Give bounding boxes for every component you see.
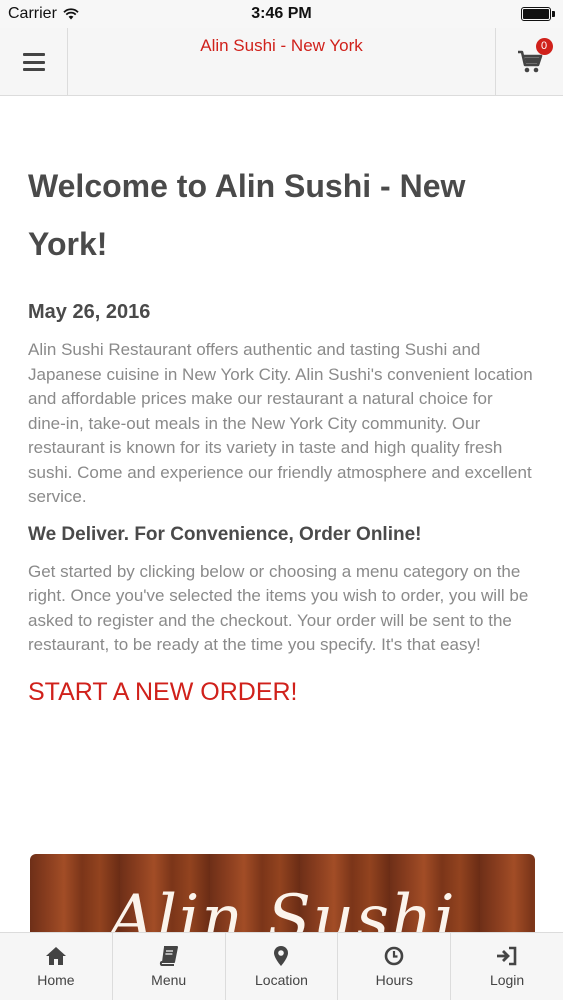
bottom-tab-bar: Home Menu Location Hours Login bbox=[0, 932, 563, 1000]
intro-paragraph: Alin Sushi Restaurant offers authentic a… bbox=[28, 340, 533, 506]
tab-hours-label: Hours bbox=[375, 971, 413, 988]
shopping-cart-icon bbox=[517, 50, 542, 73]
main-content: Welcome to Alin Sushi - New York! May 26… bbox=[0, 97, 563, 707]
page-title: Welcome to Alin Sushi - New York! bbox=[28, 168, 466, 262]
menu-toggle-button[interactable] bbox=[0, 28, 68, 96]
header-title: Alin Sushi - New York bbox=[200, 36, 363, 55]
app-header: Alin Sushi - New York 0 bbox=[0, 28, 563, 96]
map-pin-icon bbox=[274, 945, 289, 966]
sign-in-icon bbox=[497, 946, 517, 965]
cart-button[interactable]: 0 bbox=[495, 28, 563, 96]
tab-menu[interactable]: Menu bbox=[113, 933, 226, 1000]
battery-icon bbox=[521, 7, 555, 21]
tab-home[interactable]: Home bbox=[0, 933, 113, 1000]
hamburger-icon bbox=[22, 53, 45, 71]
instructions-paragraph: Get started by clicking below or choosin… bbox=[28, 561, 529, 655]
tab-login-label: Login bbox=[489, 971, 525, 988]
tab-location-label: Location bbox=[255, 971, 308, 988]
tab-login[interactable]: Login bbox=[451, 933, 563, 1000]
post-date: May 26, 2016 bbox=[28, 301, 151, 323]
book-icon bbox=[159, 945, 178, 966]
clock-icon bbox=[384, 946, 404, 965]
home-icon bbox=[45, 946, 66, 965]
tab-menu-label: Menu bbox=[151, 971, 187, 988]
status-time: 3:46 PM bbox=[251, 5, 312, 22]
cart-count-badge: 0 bbox=[535, 38, 553, 55]
tab-location[interactable]: Location bbox=[226, 933, 339, 1000]
status-bar: Carrier 3:46 PM bbox=[0, 0, 563, 28]
start-new-order-link[interactable]: START A NEW ORDER! bbox=[28, 678, 535, 707]
deliver-heading: We Deliver. For Convenience, Order Onlin… bbox=[28, 523, 422, 545]
tab-hours[interactable]: Hours bbox=[338, 933, 452, 1000]
tab-home-label: Home bbox=[37, 971, 75, 988]
